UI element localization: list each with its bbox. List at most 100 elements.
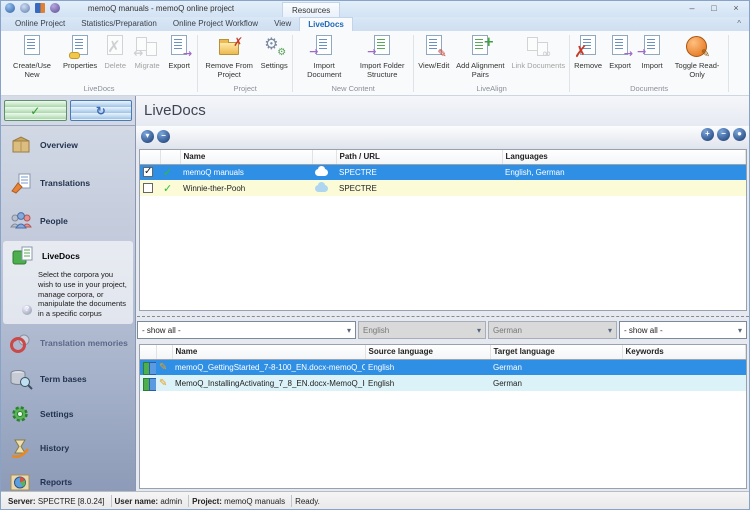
sidebar-item-overview[interactable]: Overview [1,126,135,164]
gears-icon [260,34,288,60]
document-row[interactable]: memoQ_GettingStarted_7-8-100_EN.docx-mem… [140,359,746,375]
corpus-row[interactable]: Winnie-ther-Pooh SPECTRE [140,180,746,196]
sidebar-item-translation-memories[interactable]: Translation memories [1,325,135,361]
maximize-button[interactable]: □ [703,1,725,17]
document-row[interactable]: MemoQ_InstallingActivating_7_8_EN.docx-M… [140,375,746,391]
document-source-cell[interactable]: English [365,359,490,375]
sidebar-item-term-bases[interactable]: Term bases [1,361,135,397]
delete-button: Delete [99,33,131,71]
import-document-button[interactable]: Import Document [295,33,353,80]
document-source-column-header[interactable]: Source language [365,345,490,359]
corpus-use-cell[interactable] [140,164,160,180]
corpus-languages-column-header[interactable]: Languages [502,150,746,164]
sidebar-item-people[interactable]: People [1,202,135,240]
livedocs-icon [11,245,35,267]
add-corpus-button[interactable]: + [701,128,714,141]
corpus-path-column-header[interactable]: Path / URL [336,150,502,164]
document-type-column-header[interactable] [140,345,156,359]
filter-funnel-button[interactable]: ▾ [141,130,154,143]
export-document-icon [606,34,634,60]
options-gear-icon[interactable] [20,3,30,13]
corpus-path-cell[interactable]: SPECTRE [336,164,502,180]
keywords-filter-dropdown[interactable]: - show all - [619,321,747,339]
resources-context-tab[interactable]: Resources [282,2,340,17]
corpus-use-cell[interactable] [140,180,160,196]
document-source-cell[interactable]: English [365,375,490,391]
tab-online-project-workflow[interactable]: Online Project Workflow [165,17,266,31]
document-target-cell[interactable]: German [490,375,622,391]
corpus-status-column-header[interactable] [160,150,180,164]
corpus-location-cell [312,180,336,196]
remove-from-project-button[interactable]: Remove From Project [200,33,258,80]
title-bar: memoQ manuals - memoQ online project Res… [1,1,749,17]
properties-button[interactable]: Properties [61,33,99,71]
checkbox-unchecked[interactable] [143,183,153,193]
corpus-languages-cell[interactable]: English, German [502,164,746,180]
corpus-use-column-header[interactable] [140,150,160,164]
import-document2-button[interactable]: Import [636,33,668,71]
document-name-cell[interactable]: memoQ_GettingStarted_7-8-100_EN.docx-mem… [172,359,365,375]
remove-document-button[interactable]: Remove [572,33,604,71]
create-use-new-button[interactable]: Create/Use New [3,33,61,80]
tab-view[interactable]: View [266,17,299,31]
minimize-button[interactable]: – [681,1,703,17]
corpus-name-cell[interactable]: Winnie-ther-Pooh [180,180,312,196]
export-document-button[interactable]: Export [604,33,636,71]
corpus-status-cell [160,180,180,196]
corpus-name-cell[interactable]: memoQ manuals [180,164,312,180]
page-title: LiveDocs [144,102,206,119]
translation-memories-icon [9,332,33,354]
sidebar-item-translations[interactable]: Translations [1,164,135,202]
tab-statistics-preparation[interactable]: Statistics/Preparation [73,17,165,31]
corpus-languages-cell[interactable] [502,180,746,196]
document-edit-cell [156,359,172,375]
add-alignment-pairs-icon [466,34,494,60]
clear-filter-button[interactable]: − [157,130,170,143]
target-language-filter-dropdown: German [488,321,617,339]
close-button[interactable]: × [725,1,747,17]
corpus-path-cell[interactable]: SPECTRE [336,180,502,196]
migrate-icon [133,34,161,60]
sidebar-item-history[interactable]: History [1,431,135,465]
help-icon[interactable]: ? [22,305,32,315]
corpus-name-column-header[interactable]: Name [180,150,312,164]
document-name-column-header[interactable]: Name [172,345,365,359]
toggle-read-only-button[interactable]: Toggle Read-Only [668,33,726,80]
ribbon-group-documents: Remove Export Import Toggle Read-Only Do… [572,32,726,95]
tab-online-project[interactable]: Online Project [7,17,73,31]
document-target-column-header[interactable]: Target language [490,345,622,359]
chevron-down-icon [477,326,481,335]
document-keywords-cell[interactable] [622,375,746,391]
window-controls: – □ × [681,1,747,17]
document-keywords-cell[interactable] [622,359,746,375]
status-server: Server: SPECTRE [8.0.24] [5,497,111,506]
document-keywords-column-header[interactable]: Keywords [622,345,746,359]
sidebar-item-settings[interactable]: Settings [1,397,135,431]
apply-changes-button[interactable]: ✓ [4,100,67,121]
corpus-filter-dropdown[interactable]: - show all - [137,321,356,339]
group-separator [292,35,293,92]
remove-corpus-button[interactable]: − [717,128,730,141]
people-icon [9,210,33,232]
sidebar-item-livedocs[interactable]: LiveDocs [3,241,133,270]
corpus-location-column-header[interactable] [312,150,336,164]
document-edit-column-header[interactable] [156,345,172,359]
memoq-app-icon[interactable] [5,3,15,13]
document-target-cell[interactable]: German [490,359,622,375]
settings-button[interactable]: Settings [258,33,290,71]
document-name-cell[interactable]: MemoQ_InstallingActivating_7_8_EN.docx-M… [172,375,365,391]
chevron-down-icon [608,326,612,335]
view-edit-button[interactable]: View/Edit [416,33,451,71]
corpora-header-row: Name Path / URL Languages [140,150,746,164]
source-language-filter-dropdown: English [358,321,486,339]
refresh-button[interactable]: ↻ [70,100,133,121]
migrate-button: Migrate [131,33,163,71]
import-folder-structure-button[interactable]: Import Folder Structure [353,33,411,80]
sphere-button[interactable]: ● [733,128,746,141]
collapse-ribbon-icon[interactable]: ^ [737,18,741,30]
add-alignment-pairs-button[interactable]: Add Alignment Pairs [451,33,509,80]
export-corpus-button[interactable]: Export [163,33,195,71]
tab-livedocs[interactable]: LiveDocs [299,17,353,31]
corpus-row[interactable]: memoQ manuals SPECTRE English, German [140,164,746,180]
checkbox-checked[interactable] [143,167,153,177]
